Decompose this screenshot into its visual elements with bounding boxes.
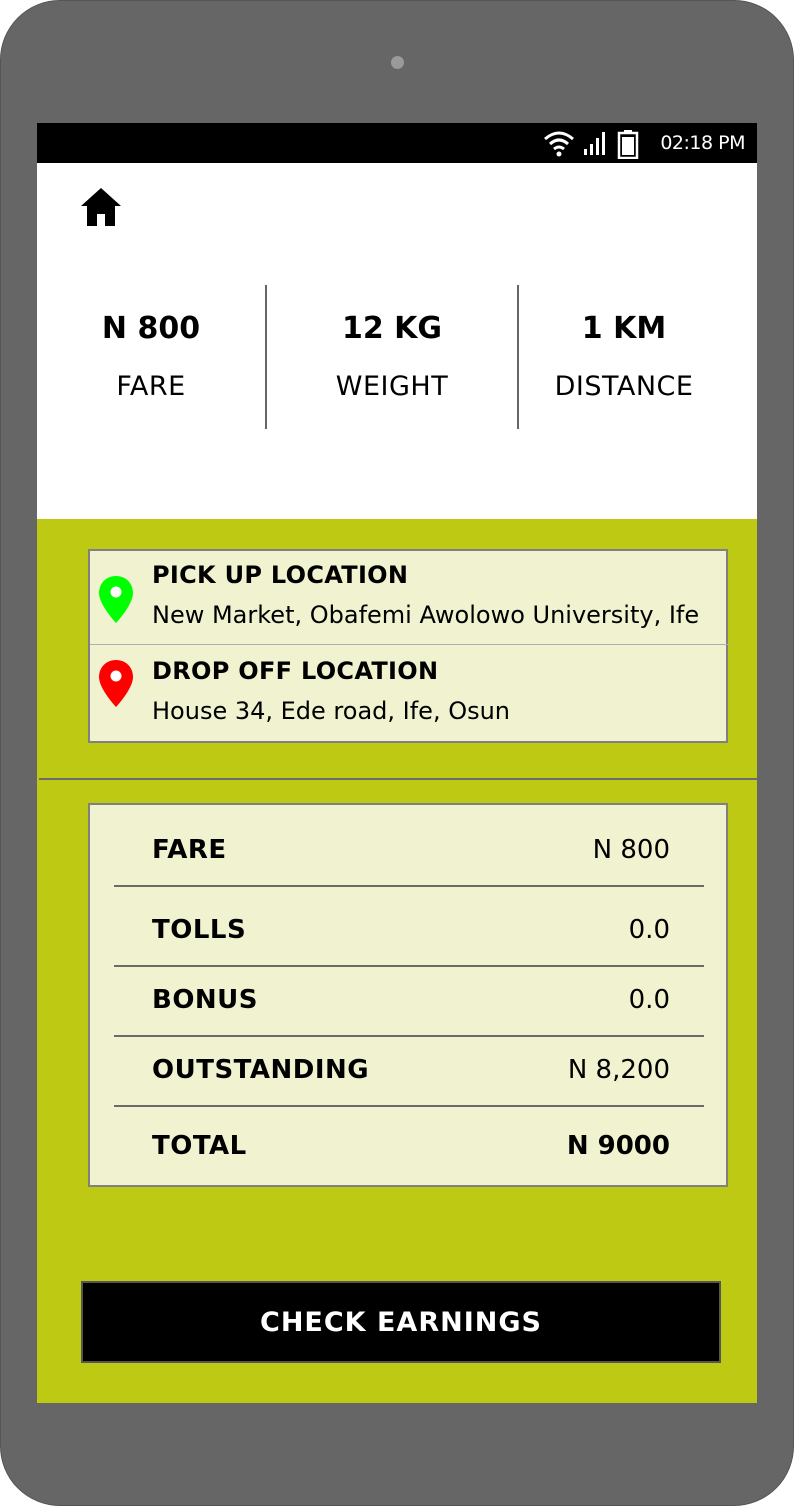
weight-value: 12 KG (341, 311, 443, 346)
front-camera (391, 56, 404, 69)
breakdown-label: FARE (152, 835, 227, 865)
section-divider (39, 778, 757, 780)
breakdown-value: N 800 (592, 835, 670, 865)
distance-value: 1 KM (581, 311, 667, 346)
pickup-title: PICK UP LOCATION (152, 561, 409, 589)
distance-stat: 1 KM DISTANCE (519, 285, 729, 429)
breakdown-label: BONUS (152, 985, 259, 1015)
breakdown-label: TOLLS (152, 915, 247, 945)
fare-label: FARE (116, 371, 186, 402)
row-divider (114, 965, 704, 967)
row-divider (114, 885, 704, 887)
breakdown-value: 0.0 (628, 915, 670, 945)
fare-stat: N 800 FARE (37, 285, 265, 429)
check-earnings-button[interactable]: CHECK EARNINGS (81, 1281, 721, 1363)
pickup-address: New Market, Obafemi Awolowo University, … (152, 601, 700, 629)
distance-label: DISTANCE (554, 371, 694, 402)
pickup-location[interactable]: PICK UP LOCATION New Market, Obafemi Awo… (90, 551, 726, 645)
divider (90, 644, 730, 645)
dropoff-address: House 34, Ede road, Ife, Osun (152, 697, 511, 725)
weight-label: WEIGHT (335, 371, 449, 402)
app-screen: 02:18 PM N 800 FARE 12 KG WEIGHT 1 KM DI… (37, 123, 757, 1403)
signal-icon (584, 132, 605, 155)
wifi-icon (544, 131, 574, 157)
home-icon[interactable] (79, 185, 123, 229)
breakdown-value: N 8,200 (567, 1055, 670, 1085)
fare-breakdown-card: FARE N 800 TOLLS 0.0 BONUS 0.0 OUTSTANDI… (88, 803, 728, 1187)
tablet-frame: 02:18 PM N 800 FARE 12 KG WEIGHT 1 KM DI… (0, 0, 794, 1506)
breakdown-value: 0.0 (628, 985, 670, 1015)
trip-details-panel: PICK UP LOCATION New Market, Obafemi Awo… (37, 519, 757, 1403)
breakdown-value: N 9000 (566, 1131, 670, 1161)
battery-icon (617, 130, 639, 159)
status-bar: 02:18 PM (37, 123, 757, 163)
green-map-pin-icon (99, 576, 133, 623)
fare-value: N 800 (101, 311, 201, 346)
red-map-pin-icon (99, 660, 133, 707)
dropoff-title: DROP OFF LOCATION (152, 657, 439, 685)
breakdown-label: OUTSTANDING (152, 1055, 370, 1085)
dropoff-location[interactable]: DROP OFF LOCATION House 34, Ede road, If… (90, 647, 726, 741)
locations-card: PICK UP LOCATION New Market, Obafemi Awo… (88, 549, 730, 743)
weight-stat: 12 KG WEIGHT (267, 285, 517, 429)
status-time: 02:18 PM (660, 132, 745, 154)
trip-summary: N 800 FARE 12 KG WEIGHT 1 KM DISTANCE (37, 285, 757, 429)
breakdown-label: TOTAL (152, 1131, 247, 1161)
row-divider (114, 1105, 704, 1107)
row-divider (114, 1035, 704, 1037)
